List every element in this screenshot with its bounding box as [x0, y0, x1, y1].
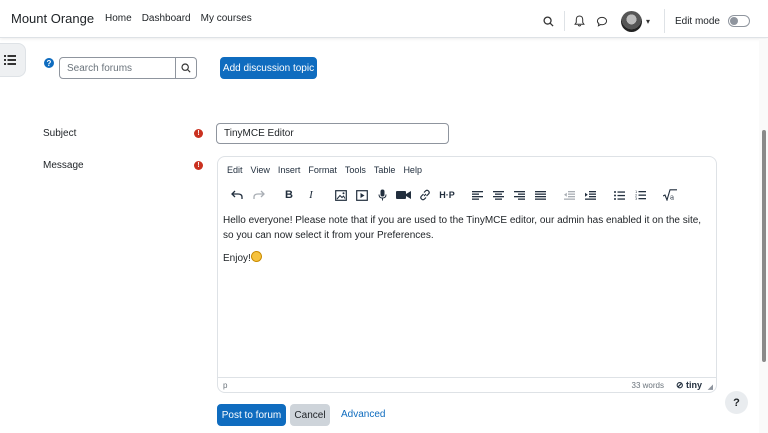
equation-icon[interactable]: a — [659, 184, 681, 206]
align-left-icon[interactable] — [467, 184, 488, 206]
nav-dashboard[interactable]: Dashboard — [142, 13, 191, 24]
menu-help[interactable]: Help — [399, 165, 426, 175]
content-paragraph: Hello everyone! Please note that if you … — [223, 215, 702, 241]
editor-toolbar: B I H·P 1 2 3 a — [218, 183, 716, 207]
word-count[interactable]: 33 words — [632, 381, 664, 390]
nav-divider — [563, 11, 565, 31]
element-path[interactable]: p — [223, 381, 227, 390]
menu-view[interactable]: View — [247, 165, 274, 175]
bell-icon[interactable] — [569, 11, 591, 31]
list-icon — [4, 55, 16, 65]
video-camera-icon[interactable] — [393, 184, 414, 206]
redo-icon[interactable] — [248, 184, 270, 206]
content-paragraph: Enjoy! — [223, 251, 711, 266]
nav-my-courses[interactable]: My courses — [201, 13, 252, 24]
cancel-button[interactable]: Cancel — [290, 404, 330, 426]
nav-divider — [663, 9, 665, 33]
primary-nav: Home Dashboard My courses — [105, 13, 252, 24]
align-center-icon[interactable] — [488, 184, 509, 206]
edit-mode-toggle[interactable] — [728, 15, 750, 27]
user-avatar[interactable] — [620, 10, 642, 32]
equation-group: a — [659, 184, 681, 206]
scrollbar-thumb[interactable] — [762, 130, 766, 362]
required-icon: ! — [194, 161, 203, 170]
menu-insert[interactable]: Insert — [274, 165, 305, 175]
tiny-logo[interactable]: ⊘ tiny — [676, 380, 702, 391]
advanced-link[interactable]: Advanced — [341, 409, 385, 420]
list-group: 123 — [609, 184, 651, 206]
add-discussion-topic-button[interactable]: Add discussion topic — [220, 57, 317, 79]
menu-format[interactable]: Format — [304, 165, 341, 175]
tiny-brand: tiny — [685, 379, 702, 390]
editor-content[interactable]: Hello everyone! Please note that if you … — [223, 213, 711, 274]
numbered-list-icon[interactable]: 123 — [630, 184, 651, 206]
menu-tools[interactable]: Tools — [341, 165, 370, 175]
edit-mode-label: Edit mode — [674, 15, 720, 27]
bold-icon[interactable]: B — [278, 184, 300, 206]
subject-input[interactable] — [216, 123, 449, 144]
align-right-icon[interactable] — [509, 184, 530, 206]
italic-icon[interactable]: I — [300, 184, 322, 206]
forum-search — [59, 57, 197, 79]
subject-label: Subject — [43, 128, 77, 139]
help-button[interactable]: ? — [725, 391, 748, 414]
search-icon[interactable] — [538, 11, 560, 31]
search-icon — [181, 63, 191, 73]
content-text: Enjoy! — [223, 253, 251, 264]
media-group: H·P — [330, 184, 459, 206]
align-group — [467, 184, 551, 206]
align-justify-icon[interactable] — [530, 184, 551, 206]
h5p-icon[interactable]: H·P — [435, 184, 459, 206]
help-icon[interactable]: ? — [44, 58, 54, 68]
format-group: B I — [278, 184, 322, 206]
editor-statusbar: p 33 words ⊘ tiny ◢ — [218, 377, 716, 392]
chevron-down-icon[interactable]: ▾ — [646, 17, 650, 26]
editor-menubar: Edit View Insert Format Tools Table Help — [218, 157, 716, 183]
message-icon[interactable] — [591, 11, 613, 31]
tinymce-editor: Edit View Insert Format Tools Table Help… — [217, 156, 717, 393]
image-icon[interactable] — [330, 184, 351, 206]
media-icon[interactable] — [351, 184, 372, 206]
svg-text:3: 3 — [635, 197, 637, 200]
site-brand[interactable]: Mount Orange — [11, 11, 94, 26]
user-tools: ▾ Edit mode — [538, 9, 768, 33]
link-icon[interactable] — [414, 184, 435, 206]
menu-edit[interactable]: Edit — [223, 165, 247, 175]
indent-group — [559, 184, 601, 206]
search-input[interactable] — [59, 57, 176, 79]
menu-table[interactable]: Table — [370, 165, 400, 175]
smile-emoji-icon — [250, 251, 262, 262]
outdent-icon[interactable] — [559, 184, 580, 206]
microphone-icon[interactable] — [372, 184, 393, 206]
indent-icon[interactable] — [580, 184, 601, 206]
history-group — [226, 184, 270, 206]
required-icon: ! — [194, 129, 203, 138]
post-to-forum-button[interactable]: Post to forum — [217, 404, 286, 426]
message-label: Message — [43, 160, 84, 171]
nav-home[interactable]: Home — [105, 13, 132, 24]
search-button[interactable] — [176, 57, 197, 79]
top-navbar: Mount Orange Home Dashboard My courses ▾… — [0, 0, 768, 38]
course-index-drawer-button[interactable] — [0, 43, 26, 77]
resize-handle-icon[interactable]: ◢ — [708, 383, 713, 391]
bullet-list-icon[interactable] — [609, 184, 630, 206]
svg-text:a: a — [670, 194, 674, 202]
undo-icon[interactable] — [226, 184, 248, 206]
